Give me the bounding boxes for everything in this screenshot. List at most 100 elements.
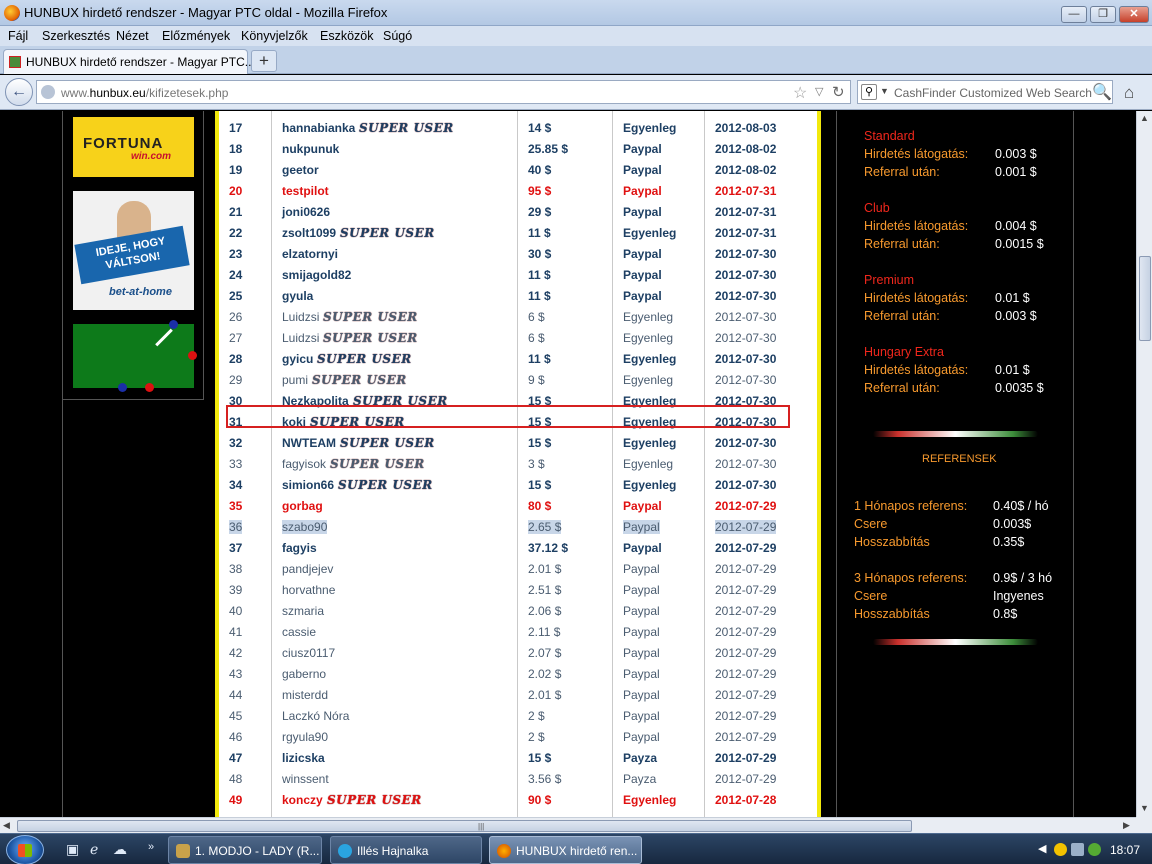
visit-label: Hirdetés látogatás: — [864, 363, 969, 377]
row-number: 37 — [229, 541, 243, 555]
url-bar[interactable]: www.hunbux.eu/kifizetesek.php ☆ ▽ ↻ — [36, 80, 851, 104]
user-name: pumi — [282, 373, 309, 387]
table-row: 25 gyula 11 $ Paypal 2012-07-30 — [219, 285, 817, 306]
payout-amount: 3 $ — [528, 457, 545, 471]
fortuna-ad[interactable]: FORTUNA win.com — [73, 117, 194, 177]
minimize-button[interactable]: — — [1061, 6, 1087, 23]
tray-app-icon[interactable] — [1054, 843, 1067, 856]
home-icon[interactable]: ⌂ — [1124, 83, 1134, 103]
pool-game-ad[interactable] — [73, 320, 197, 392]
table-row: 34 simion66 15 $ Egyenleg 2012-07-30 SUPER US… — [219, 474, 817, 495]
maximize-button[interactable]: ❐ — [1090, 6, 1116, 23]
user-name: elzatornyi — [282, 247, 339, 261]
payout-method: Paypal — [623, 541, 662, 555]
scroll-right-icon[interactable]: ▶ — [1123, 820, 1130, 831]
payout-amount: 6 $ — [528, 310, 545, 324]
internet-explorer-icon[interactable]: ℯ — [90, 841, 98, 858]
bet-at-home-ad[interactable]: IDEJE, HOGY VÁLTSON! bet-at-home — [73, 191, 194, 310]
payout-method: Paypal — [623, 709, 660, 723]
scroll-up-icon[interactable]: ▲ — [1140, 113, 1149, 123]
table-row: 26 Luidzsi 6 $ Egyenleg 2012-07-30 SUPER USER — [219, 306, 817, 327]
tab-hunbux[interactable]: HUNBUX hirdető rendszer - Magyar PTC... — [3, 49, 255, 74]
url-dropdown-icon[interactable]: ▽ — [815, 85, 823, 98]
payout-method: Egyenleg — [623, 352, 677, 366]
payout-method: Paypal — [623, 184, 662, 198]
payout-method: Egyenleg — [623, 793, 677, 807]
tray-status-icon[interactable] — [1088, 843, 1101, 856]
search-icon[interactable]: 🔍 — [1092, 82, 1112, 102]
media-player-icon[interactable]: ☁ — [113, 841, 127, 858]
close-button[interactable]: ✕ — [1119, 6, 1149, 23]
row-number: 42 — [229, 646, 243, 660]
menu-history[interactable]: Előzmények — [162, 29, 230, 43]
horizontal-scrollbar[interactable]: ◀ ||| ▶ — [0, 817, 1136, 833]
menu-file[interactable]: Fájl — [8, 29, 28, 43]
table-row: 23 elzatornyi 30 $ Paypal 2012-07-30 — [219, 243, 817, 264]
extension-price: 0.35$ — [993, 535, 1025, 549]
table-row: 20 testpilot 95 $ Paypal 2012-07-31 — [219, 180, 817, 201]
reload-icon[interactable]: ↻ — [832, 83, 845, 101]
clock[interactable]: 18:07 — [1110, 843, 1140, 857]
bookmark-star-icon[interactable]: ☆ — [793, 83, 807, 103]
tab-bar: HUNBUX hirdető rendszer - Magyar PTC... … — [0, 46, 1152, 74]
highlight-box — [226, 405, 790, 428]
tray-expand-icon[interactable]: ◀ — [1038, 842, 1046, 855]
search-input[interactable]: CashFinder Customized Web Search — [894, 86, 1092, 100]
search-engine-icon[interactable]: ⚲ — [861, 84, 877, 100]
search-bar[interactable]: ⚲ ▼ CashFinder Customized Web Search 🔍 — [857, 80, 1113, 104]
payout-method: Paypal — [623, 625, 660, 639]
menu-bookmarks[interactable]: Könyvjelzők — [241, 29, 308, 43]
row-number: 48 — [229, 772, 243, 786]
user-name: fagyis — [282, 541, 317, 555]
swap-price: 0.003$ — [993, 517, 1032, 531]
row-number: 32 — [229, 436, 243, 450]
menu-edit[interactable]: Szerkesztés — [42, 29, 110, 43]
user-name: horvathne — [282, 583, 336, 597]
payout-date: 2012-07-29 — [715, 667, 777, 681]
quick-launch-more-icon[interactable]: » — [148, 841, 154, 853]
ball-icon — [145, 383, 154, 392]
payout-date: 2012-07-29 — [715, 499, 777, 513]
row-number: 23 — [229, 247, 243, 261]
new-tab-button[interactable]: + — [251, 50, 277, 72]
task-skype[interactable]: Illés Hajnalka — [330, 836, 482, 864]
show-desktop-icon[interactable]: ▣ — [66, 841, 79, 858]
menu-help[interactable]: Súgó — [383, 29, 412, 43]
scroll-thumb[interactable]: ||| — [17, 820, 912, 832]
search-engine-dropdown-icon[interactable]: ▼ — [880, 86, 889, 96]
payout-date: 2012-07-29 — [715, 709, 777, 723]
scroll-left-icon[interactable]: ◀ — [3, 820, 10, 831]
super-user-badge: SUPER USER — [359, 121, 454, 135]
referral-rate: 0.0015 $ — [995, 237, 1044, 251]
referral-label: Referral után: — [864, 165, 940, 179]
task-firefox[interactable]: HUNBUX hirdető ren... — [489, 836, 642, 864]
scroll-thumb[interactable] — [1139, 256, 1151, 341]
task-winamp[interactable]: 1. MODJO - LADY (R... — [168, 836, 322, 864]
row-number: 43 — [229, 667, 243, 681]
table-row: 46 rgyula90 2 $ Paypal 2012-07-29 — [219, 726, 817, 747]
payout-method: Paypal — [623, 688, 660, 702]
menu-tools[interactable]: Eszközök — [320, 29, 374, 43]
payout-method: Egyenleg — [623, 331, 674, 345]
vertical-scrollbar[interactable]: ▲ ▼ — [1136, 111, 1152, 817]
table-row: 42 ciusz0117 2.07 $ Paypal 2012-07-29 — [219, 642, 817, 663]
payout-date: 2012-07-30 — [715, 247, 777, 261]
payout-method: Paypal — [623, 583, 660, 597]
payout-method: Egyenleg — [623, 226, 677, 240]
menu-view[interactable]: Nézet — [116, 29, 149, 43]
back-button[interactable]: ← — [5, 78, 33, 106]
network-icon[interactable] — [1071, 843, 1084, 856]
visit-label: Hirdetés látogatás: — [864, 291, 969, 305]
swap-label: Csere — [854, 517, 888, 531]
table-row: 45 Laczkó Nóra 2 $ Paypal 2012-07-29 — [219, 705, 817, 726]
ball-icon — [118, 383, 127, 392]
firefox-icon — [497, 844, 511, 858]
user-name: simion66 — [282, 478, 335, 492]
referral-rate: 0.001 $ — [995, 165, 1037, 179]
start-button[interactable] — [6, 835, 44, 864]
scroll-down-icon[interactable]: ▼ — [1140, 803, 1149, 813]
left-ad-column: FORTUNA win.com IDEJE, HOGY VÁLTSON! bet… — [62, 111, 204, 400]
payout-amount: 9 $ — [528, 373, 545, 387]
super-user-badge: SUPER USER — [330, 457, 425, 471]
url-text[interactable]: www.hunbux.eu/kifizetesek.php — [61, 86, 228, 100]
